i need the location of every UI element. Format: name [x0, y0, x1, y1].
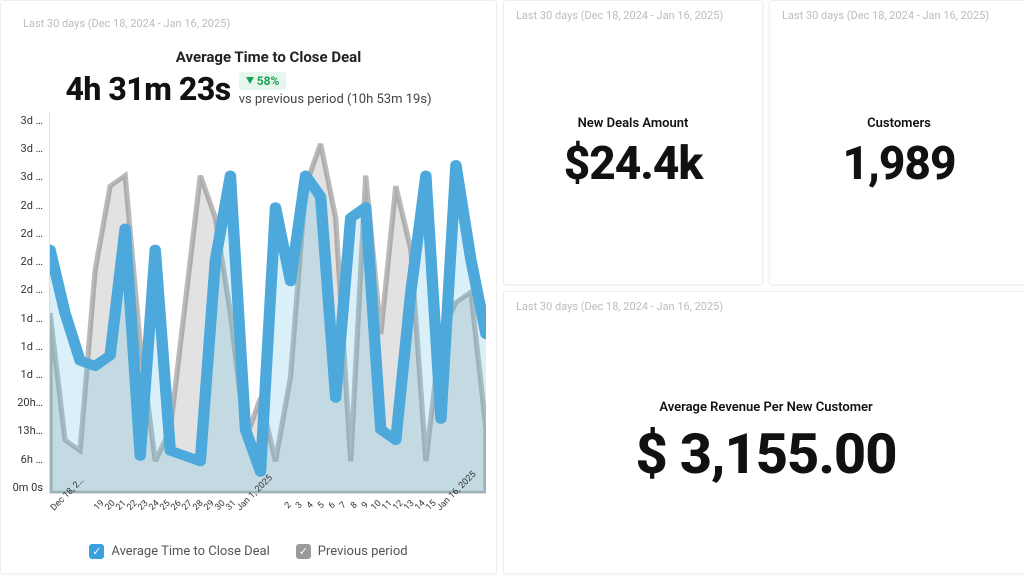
date-range-label: Last 30 days (Dec 18, 2024 - Jan 16, 202…	[504, 292, 735, 313]
chart-legend: ✓ Average Time to Close Deal ✓ Previous …	[11, 538, 486, 563]
delta-value: 58%	[257, 74, 280, 88]
chart-title: Average Time to Close Deal	[55, 48, 482, 66]
delta-badge: 58%	[239, 72, 287, 90]
legend-label-previous: Previous period	[318, 544, 408, 559]
y-tick: 1d …	[21, 312, 43, 325]
legend-item-previous[interactable]: ✓ Previous period	[296, 544, 408, 559]
y-tick: 1d …	[21, 368, 43, 381]
legend-item-current[interactable]: ✓ Average Time to Close Deal	[89, 544, 269, 559]
kpi-value-new-deals: $24.4k	[564, 137, 703, 191]
y-tick: 3d …	[21, 142, 43, 155]
chart-svg	[50, 112, 486, 493]
chart-plot[interactable]: 3d … 3d … 3d … 2d … 2d … 2d … 2d … 1d … 1d … 1d ……	[11, 112, 486, 494]
y-tick: 2d …	[21, 255, 43, 268]
date-range-label: Last 30 days (Dec 18, 2024 - Jan 16, 202…	[11, 9, 242, 30]
kpi-label-customers: Customers	[867, 116, 931, 131]
date-range-label: Last 30 days (Dec 18, 2024 - Jan 16, 202…	[504, 1, 735, 22]
plot-area[interactable]	[49, 112, 486, 494]
kpi-label-new-deals: New Deals Amount	[578, 116, 689, 131]
y-tick: 2d …	[21, 227, 43, 240]
y-tick: 13h…	[17, 424, 43, 437]
y-axis: 3d … 3d … 3d … 2d … 2d … 2d … 2d … 1d … 1d … 1d ……	[11, 112, 49, 494]
y-tick: 6h …	[21, 453, 43, 466]
y-tick: 1d …	[21, 340, 43, 353]
chart-card-avg-time-to-close: Last 30 days (Dec 18, 2024 - Jan 16, 202…	[0, 0, 497, 574]
chart-summary-value: 4h 31m 23s	[65, 70, 230, 108]
checkbox-icon: ✓	[296, 544, 311, 559]
kpi-label-avg-revenue: Average Revenue Per New Customer	[659, 400, 872, 415]
kpi-value-avg-revenue: $ 3,155.00	[635, 421, 896, 487]
kpi-card-avg-revenue: Last 30 days (Dec 18, 2024 - Jan 16, 202…	[503, 291, 1024, 574]
kpi-card-customers: Last 30 days (Dec 18, 2024 - Jan 16, 202…	[769, 0, 1024, 285]
y-tick: 0m 0s	[13, 481, 43, 494]
chart-header: Average Time to Close Deal 4h 31m 23s 58…	[11, 30, 486, 112]
checkbox-icon: ✓	[89, 544, 104, 559]
y-tick: 3d …	[21, 114, 43, 127]
triangle-down-icon	[246, 77, 254, 84]
x-axis: Dec 18, 2…19202122232425262728293031Jan …	[11, 494, 486, 538]
kpi-value-customers: 1,989	[843, 137, 956, 191]
date-range-label: Last 30 days (Dec 18, 2024 - Jan 16, 202…	[770, 1, 1001, 22]
legend-label-current: Average Time to Close Deal	[111, 544, 269, 559]
y-tick: 2d …	[21, 283, 43, 296]
kpi-card-new-deals: Last 30 days (Dec 18, 2024 - Jan 16, 202…	[503, 0, 763, 285]
y-tick: 2d …	[21, 199, 43, 212]
vs-previous-text: vs previous period (10h 53m 19s)	[239, 92, 432, 107]
y-tick: 20h…	[17, 396, 43, 409]
y-tick: 3d …	[21, 170, 43, 183]
